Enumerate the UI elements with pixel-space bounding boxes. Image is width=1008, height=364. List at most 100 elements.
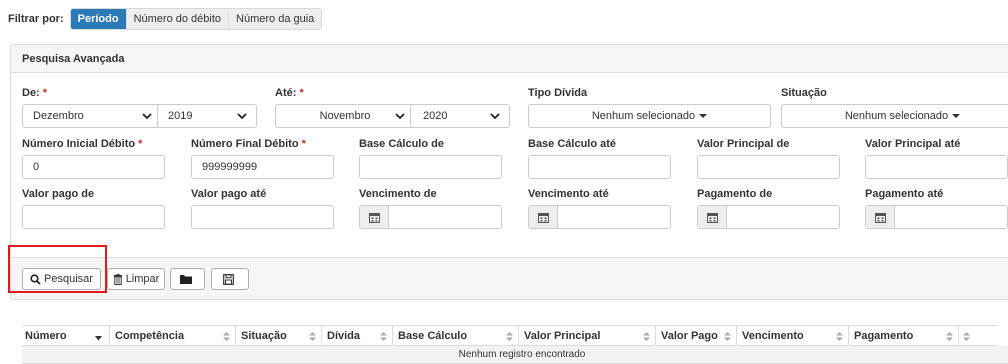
sort-icon [963, 332, 970, 341]
trash-icon [113, 273, 122, 285]
base-calculo-ate-label: Base Cálculo até [528, 138, 617, 150]
pagamento-de-input[interactable] [727, 205, 840, 229]
valor-pago-ate-input[interactable] [191, 205, 334, 229]
valor-pago-de-label: Valor pago de [22, 188, 95, 200]
required-mark: * [138, 138, 143, 150]
empty-table-message: Nenhum registro encontrado [22, 346, 1008, 364]
base-calculo-de-input[interactable] [359, 155, 502, 179]
column-label: Pagamento [854, 330, 914, 342]
numero-final-input[interactable]: 999999999 [191, 155, 334, 179]
open-folder-button[interactable] [170, 268, 205, 290]
column-header-valor-pago[interactable]: Valor Pago [655, 326, 736, 346]
numero-final-label: Número Final Débito * [191, 138, 306, 150]
numero-inicial-label: Número Inicial Débito * [22, 138, 142, 150]
column-label: Vencimento [742, 330, 804, 342]
filter-numero-debito-button[interactable]: Número do débito [126, 9, 230, 29]
valor-principal-ate-label: Valor Principal até [865, 138, 961, 150]
limpar-label: Limpar [125, 273, 160, 285]
column-header-numero[interactable]: Número [22, 326, 109, 346]
sort-icon [380, 332, 387, 341]
filter-numero-guia-button[interactable]: Número da guia [229, 9, 322, 29]
vencimento-ate-input[interactable] [558, 205, 671, 229]
tipo-divida-dropdown[interactable]: Nenhum selecionado [528, 104, 771, 128]
column-header-pagamento[interactable]: Pagamento [848, 326, 958, 346]
calendar-icon[interactable] [359, 205, 389, 229]
ate-month-value: Novembro [319, 110, 371, 122]
base-calculo-ate-input[interactable] [528, 155, 671, 179]
numero-inicial-input[interactable]: 0 [22, 155, 165, 179]
de-label: De: * [22, 87, 47, 99]
column-label: Valor Pago [661, 330, 718, 342]
tipo-divida-value: Nenhum selecionado [591, 110, 696, 122]
folder-icon [180, 275, 192, 284]
filter-bar: Filtrar por: Período Número do débito Nú… [8, 7, 323, 31]
sort-icon [309, 332, 316, 341]
pagamento-ate-input[interactable] [895, 205, 1008, 229]
de-month-value: Dezembro [33, 110, 84, 122]
column-header-competencia[interactable]: Competência [109, 326, 235, 346]
sort-icon [223, 332, 230, 341]
chevron-down-icon [142, 113, 152, 120]
column-label: Valor Principal [524, 330, 601, 342]
save-button[interactable] [211, 268, 249, 290]
calendar-icon[interactable] [865, 205, 895, 229]
calendar-icon[interactable] [697, 205, 727, 229]
de-year-value: 2019 [168, 110, 193, 122]
ate-label: Até: * [275, 87, 304, 99]
column-label: Número [25, 330, 67, 342]
situacao-value: Nenhum selecionado [844, 110, 949, 122]
filter-label: Filtrar por: [8, 13, 64, 25]
chevron-down-icon [395, 113, 405, 120]
limpar-button[interactable]: Limpar [107, 268, 165, 290]
pagamento-de-datepicker[interactable] [697, 205, 840, 229]
sort-icon [643, 332, 650, 341]
vencimento-ate-datepicker[interactable] [528, 205, 671, 229]
base-calculo-de-label: Base Cálculo de [359, 138, 444, 150]
filter-periodo-button[interactable]: Período [70, 9, 127, 29]
panel-title: Pesquisa Avançada [11, 45, 1008, 73]
sort-desc-icon [95, 336, 102, 341]
sort-icon [836, 332, 843, 341]
pagamento-de-label: Pagamento de [697, 188, 773, 200]
valor-pago-de-input[interactable] [22, 205, 165, 229]
situacao-dropdown[interactable]: Nenhum selecionado [781, 104, 1008, 128]
valor-principal-ate-input[interactable] [865, 155, 1008, 179]
de-label-text: De: [22, 87, 40, 99]
ate-label-text: Até: [275, 87, 297, 99]
column-header-valor-principal[interactable]: Valor Principal [518, 326, 655, 346]
valor-principal-de-input[interactable] [697, 155, 840, 179]
pagamento-ate-datepicker[interactable] [865, 205, 1008, 229]
sort-icon [946, 332, 953, 341]
calendar-icon[interactable] [528, 205, 558, 229]
ate-year-select[interactable]: 2020 [410, 104, 510, 128]
ate-year-value: 2020 [423, 110, 448, 122]
vencimento-de-datepicker[interactable] [359, 205, 502, 229]
required-mark: * [299, 87, 304, 99]
required-mark: * [42, 87, 48, 99]
results-table-header: Número Competência Situação Dívida Base … [22, 325, 998, 346]
column-header-divida[interactable]: Dívida [321, 326, 392, 346]
highlight-box [8, 245, 107, 293]
save-icon [223, 273, 234, 285]
vencimento-de-input[interactable] [389, 205, 502, 229]
column-label: Situação [241, 330, 287, 342]
de-year-select[interactable]: 2019 [157, 104, 257, 128]
column-header-situacao[interactable]: Situação [235, 326, 321, 346]
vencimento-de-label: Vencimento de [359, 188, 437, 200]
column-header-vencimento[interactable]: Vencimento [736, 326, 848, 346]
column-label: Competência [115, 330, 185, 342]
numero-inicial-label-text: Número Inicial Débito [22, 138, 136, 150]
valor-pago-ate-label: Valor pago até [191, 188, 267, 200]
chevron-down-icon [237, 113, 247, 120]
tipo-divida-label: Tipo Dívida [528, 87, 588, 99]
column-header-base-calculo[interactable]: Base Cálculo [392, 326, 518, 346]
valor-principal-de-label: Valor Principal de [697, 138, 790, 150]
ate-month-select[interactable]: Novembro [275, 104, 415, 128]
numero-final-label-text: Número Final Débito [191, 138, 299, 150]
sort-icon [724, 332, 731, 341]
required-mark: * [301, 138, 306, 150]
column-header-extra[interactable] [958, 326, 998, 346]
column-label: Base Cálculo [398, 330, 468, 342]
de-month-select[interactable]: Dezembro [22, 104, 162, 128]
chevron-down-icon [490, 113, 500, 120]
